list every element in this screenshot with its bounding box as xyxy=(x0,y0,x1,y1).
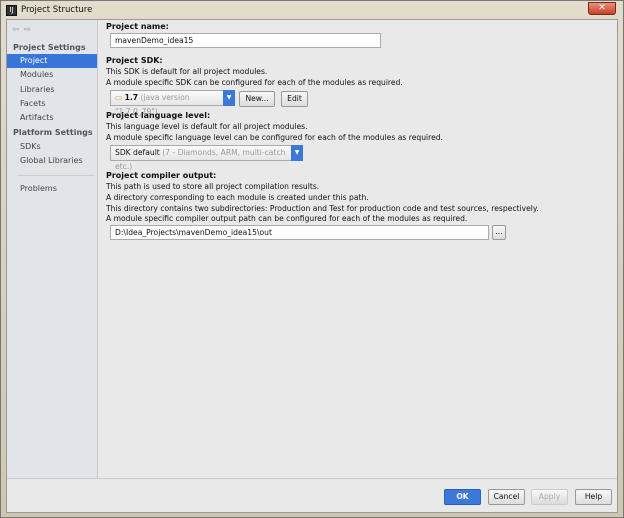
sidebar-divider xyxy=(17,175,95,176)
window-title: Project Structure xyxy=(21,5,93,15)
sidebar: ⇦⇨ Project Settings Project Modules Libr… xyxy=(7,20,98,480)
sidebar-item-project[interactable]: Project xyxy=(7,54,97,68)
lang-value: SDK default xyxy=(115,148,160,157)
forward-arrow-icon[interactable]: ⇨ xyxy=(24,25,36,35)
section-platform-settings: Platform Settings xyxy=(13,128,93,137)
out-description-3: This directory contains two subdirectori… xyxy=(106,204,539,213)
project-structure-window: IJ Project Structure ✕ ⇦⇨ Project Settin… xyxy=(0,0,624,518)
sidebar-item-global-libraries[interactable]: Global Libraries xyxy=(7,154,97,168)
sidebar-item-problems[interactable]: Problems xyxy=(7,182,97,196)
sidebar-item-artifacts[interactable]: Artifacts xyxy=(7,111,97,125)
project-name-input[interactable]: mavenDemo_idea15 xyxy=(110,33,381,48)
compiler-output-label: Project compiler output: xyxy=(106,171,217,180)
section-project-settings: Project Settings xyxy=(13,43,86,52)
help-button[interactable]: Help xyxy=(575,489,612,505)
dialog-body: ⇦⇨ Project Settings Project Modules Libr… xyxy=(6,19,618,513)
lang-description-2: A module specific language level can be … xyxy=(106,133,443,142)
sidebar-item-sdks[interactable]: SDKs xyxy=(7,140,97,154)
close-button[interactable]: ✕ xyxy=(588,2,616,15)
back-arrow-icon[interactable]: ⇦ xyxy=(12,25,24,35)
browse-button[interactable]: ... xyxy=(492,225,506,240)
sdk-description-1: This SDK is default for all project modu… xyxy=(106,67,268,76)
sidebar-item-libraries[interactable]: Libraries xyxy=(7,83,97,97)
nav-arrows: ⇦⇨ xyxy=(12,25,35,35)
new-sdk-button[interactable]: New... xyxy=(239,91,275,107)
button-bar: OK Cancel Apply Help xyxy=(7,478,617,512)
intellij-app-icon: IJ xyxy=(6,4,17,16)
sdk-dropdown[interactable]: ▭ 1.7 (java version "1.7.0_79") ▼ xyxy=(110,90,235,116)
sdk-description-2: A module specific SDK can be configured … xyxy=(106,78,403,87)
apply-button[interactable]: Apply xyxy=(531,489,568,505)
cancel-button[interactable]: Cancel xyxy=(488,489,525,505)
project-sdk-label: Project SDK: xyxy=(106,56,163,65)
ok-button[interactable]: OK xyxy=(444,489,481,505)
sidebar-item-modules[interactable]: Modules xyxy=(7,68,97,82)
sidebar-item-facets[interactable]: Facets xyxy=(7,97,97,111)
sdk-value: 1.7 xyxy=(124,93,139,102)
language-level-dropdown[interactable]: SDK default (7 - Diamonds, ARM, multi-ca… xyxy=(110,145,303,171)
chevron-down-icon[interactable]: ▼ xyxy=(291,145,303,161)
out-description-4: A module specific compiler output path c… xyxy=(106,214,468,223)
edit-sdk-button[interactable]: Edit xyxy=(281,91,308,107)
lang-description-1: This language level is default for all p… xyxy=(106,122,308,131)
out-description-2: A directory corresponding to each module… xyxy=(106,193,369,202)
out-description-1: This path is used to store all project c… xyxy=(106,182,320,191)
compiler-output-input[interactable]: D:\Idea_Projects\mavenDemo_idea15\out xyxy=(110,225,489,240)
folder-icon: ▭ xyxy=(115,93,125,102)
chevron-down-icon[interactable]: ▼ xyxy=(223,90,235,106)
project-name-label: Project name: xyxy=(106,22,169,31)
title-bar: IJ Project Structure ✕ xyxy=(1,1,623,19)
language-level-label: Project language level: xyxy=(106,111,211,120)
